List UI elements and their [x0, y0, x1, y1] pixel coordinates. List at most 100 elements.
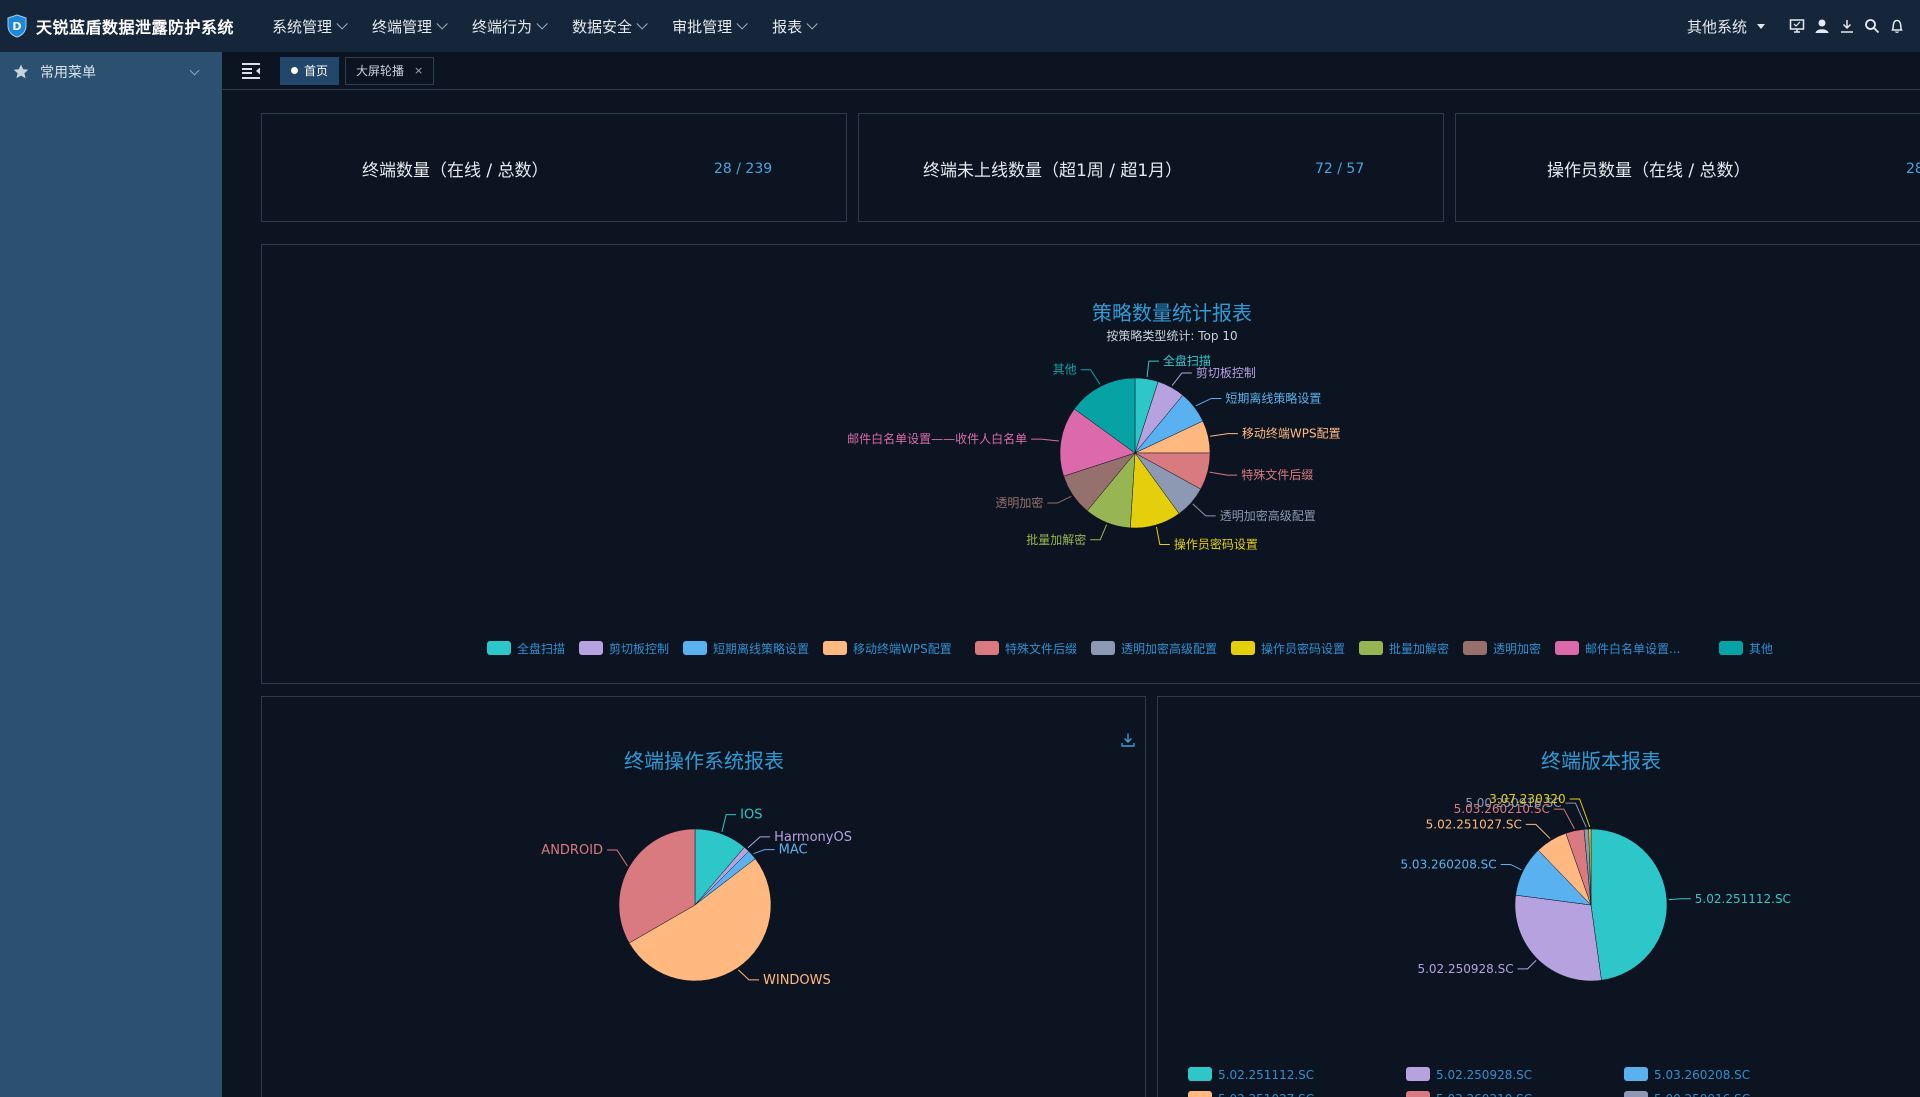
- tab-home[interactable]: 首页: [280, 56, 340, 85]
- label-leader-line: [1195, 397, 1222, 407]
- slice-label: 透明加密高级配置: [1220, 508, 1316, 523]
- label-leader-line: [1146, 360, 1159, 378]
- legend-label[interactable]: 透明加密: [1493, 641, 1541, 656]
- label-leader-line: [1500, 863, 1522, 871]
- legend-swatch[interactable]: [823, 641, 847, 655]
- legend-label[interactable]: 透明加密高级配置: [1121, 641, 1217, 656]
- chevron-down-icon: [806, 18, 818, 30]
- legend-label[interactable]: 5.00.250916.SC: [1654, 1092, 1750, 1097]
- label-leader-line: [1525, 823, 1551, 839]
- top-navigation-bar: D 天锐蓝盾数据泄露防护系统 系统管理 终端管理 终端行为 数据安全 审批管理 …: [0, 0, 1920, 52]
- menu-system-management[interactable]: 系统管理: [272, 16, 348, 37]
- menu-terminal-behavior[interactable]: 终端行为: [472, 16, 548, 37]
- legend-swatch[interactable]: [1624, 1091, 1648, 1097]
- os-pie-chart: IOSHarmonyOSMACWINDOWSANDROID: [541, 808, 852, 988]
- legend-label[interactable]: 5.02.250928.SC: [1436, 1068, 1532, 1082]
- label-leader-line: [1047, 495, 1072, 504]
- tab-big-screen-carousel[interactable]: 大屏轮播 ×: [345, 56, 435, 85]
- label-leader-line: [1210, 433, 1238, 437]
- chevron-down-icon: [336, 18, 348, 30]
- stat-value[interactable]: 28 / 239: [714, 161, 772, 177]
- version-pie-chart: 5.02.251112.SC 5.02.250928.SC 5.03.260208.…: [1188, 792, 1791, 1097]
- legend-label[interactable]: 移动终端WPS配置: [853, 641, 952, 656]
- legend-swatch[interactable]: [579, 641, 603, 655]
- legend-label[interactable]: 批量加解密: [1389, 641, 1449, 656]
- legend-swatch[interactable]: [1359, 641, 1383, 655]
- stat-value[interactable]: 28: [1906, 161, 1920, 177]
- legend-swatch[interactable]: [1231, 641, 1255, 655]
- chevron-down-icon: [736, 18, 748, 30]
- slice-label: 5.02.250928.SC: [1417, 962, 1513, 976]
- label-leader-line: [1668, 898, 1691, 901]
- shield-logo-icon: D: [7, 14, 27, 38]
- search-icon[interactable]: [1861, 15, 1883, 37]
- user-icon[interactable]: [1811, 15, 1833, 37]
- stat-label: 操作员数量（在线 / 总数）: [1547, 161, 1751, 181]
- sidebar-item-label: 常用菜单: [40, 65, 96, 81]
- legend-swatch[interactable]: [975, 641, 999, 655]
- menu-terminal-management[interactable]: 终端管理: [372, 16, 448, 37]
- legend-label[interactable]: 短期离线策略设置: [713, 641, 809, 656]
- pie-slice[interactable]: [1590, 828, 1668, 981]
- slice-label: 剪切板控制: [1196, 365, 1256, 380]
- other-systems-dropdown[interactable]: 其他系统: [1687, 16, 1765, 37]
- legend-swatch[interactable]: [1463, 641, 1487, 655]
- legend-swatch[interactable]: [1091, 641, 1115, 655]
- label-leader-line: [1209, 471, 1238, 476]
- monitor-icon[interactable]: [1786, 15, 1808, 37]
- legend-swatch[interactable]: [1406, 1091, 1430, 1097]
- chevron-down-icon: [636, 18, 648, 30]
- chevron-down-icon: [436, 18, 448, 30]
- menu-approval-management[interactable]: 审批管理: [672, 16, 748, 37]
- slice-label: 特殊文件后缀: [1241, 467, 1313, 482]
- slice-label: 短期离线策略设置: [1225, 390, 1321, 405]
- menu-reports[interactable]: 报表: [772, 16, 818, 37]
- app-title: 天锐蓝盾数据泄露防护系统: [36, 18, 235, 37]
- legend-label[interactable]: 5.02.251112.SC: [1218, 1068, 1314, 1082]
- legend-label[interactable]: 邮件白名单设置...: [1585, 641, 1680, 656]
- brand[interactable]: D 天锐蓝盾数据泄露防护系统: [0, 0, 272, 52]
- legend-label[interactable]: 其他: [1749, 642, 1773, 656]
- legend-swatch[interactable]: [1719, 641, 1743, 655]
- menu-label: 报表: [772, 17, 803, 36]
- label-leader-line: [1517, 960, 1537, 970]
- legend-swatch[interactable]: [1555, 641, 1579, 655]
- legend-label[interactable]: 5.02.251027.SC: [1218, 1092, 1314, 1097]
- close-icon[interactable]: ×: [414, 64, 423, 77]
- menu-label: 审批管理: [672, 17, 733, 36]
- label-leader-line: [721, 814, 737, 832]
- legend-swatch[interactable]: [1406, 1067, 1430, 1081]
- legend-label[interactable]: 5.03.260208.SC: [1654, 1068, 1750, 1082]
- sidebar-item-favorites[interactable]: 常用菜单: [0, 52, 222, 92]
- legend-swatch[interactable]: [487, 641, 511, 655]
- legend-swatch[interactable]: [1188, 1091, 1212, 1097]
- tab-label: 大屏轮播: [356, 64, 405, 78]
- stat-label: 终端未上线数量（超1周 / 超1月）: [923, 161, 1183, 181]
- legend-label[interactable]: 全盘扫描: [517, 641, 565, 656]
- menu-data-security[interactable]: 数据安全: [572, 16, 648, 37]
- legend-label[interactable]: 特殊文件后缀: [1005, 641, 1077, 656]
- policy-chart-card: 策略数量统计报表 按策略类型统计: Top 10 全盘扫描 剪切板控制 短期离线策略…: [261, 244, 1920, 684]
- stat-label: 终端数量（在线 / 总数）: [362, 161, 549, 181]
- legend-swatch[interactable]: [683, 641, 707, 655]
- label-leader-line: [1080, 369, 1101, 385]
- menu-label: 终端管理: [372, 17, 433, 36]
- top-right-tools: 其他系统: [1687, 0, 1908, 52]
- legend-swatch[interactable]: [1188, 1067, 1212, 1081]
- label-leader-line: [1155, 526, 1170, 545]
- legend-label[interactable]: 操作员密码设置: [1261, 641, 1345, 656]
- download-icon[interactable]: [1836, 15, 1858, 37]
- legend-label[interactable]: 剪切板控制: [609, 641, 669, 656]
- label-leader-line: [1090, 524, 1108, 541]
- bell-icon[interactable]: [1886, 15, 1908, 37]
- label-leader-line: [1171, 372, 1192, 386]
- slice-label: WINDOWS: [763, 973, 831, 988]
- legend-swatch[interactable]: [1624, 1067, 1648, 1081]
- stat-value[interactable]: 72 / 57: [1315, 161, 1364, 177]
- slice-label: 5.02.251027.SC: [1426, 817, 1522, 831]
- slice-label: MAC: [779, 843, 808, 858]
- os-chart-card: 终端操作系统报表 IOS HarmonyOS MAC WINDOWS ANDROID: [261, 696, 1146, 1097]
- collapse-sidebar-icon[interactable]: [240, 61, 262, 81]
- legend-label[interactable]: 5.03.260210.SC: [1436, 1092, 1532, 1097]
- label-leader-line: [1553, 808, 1575, 830]
